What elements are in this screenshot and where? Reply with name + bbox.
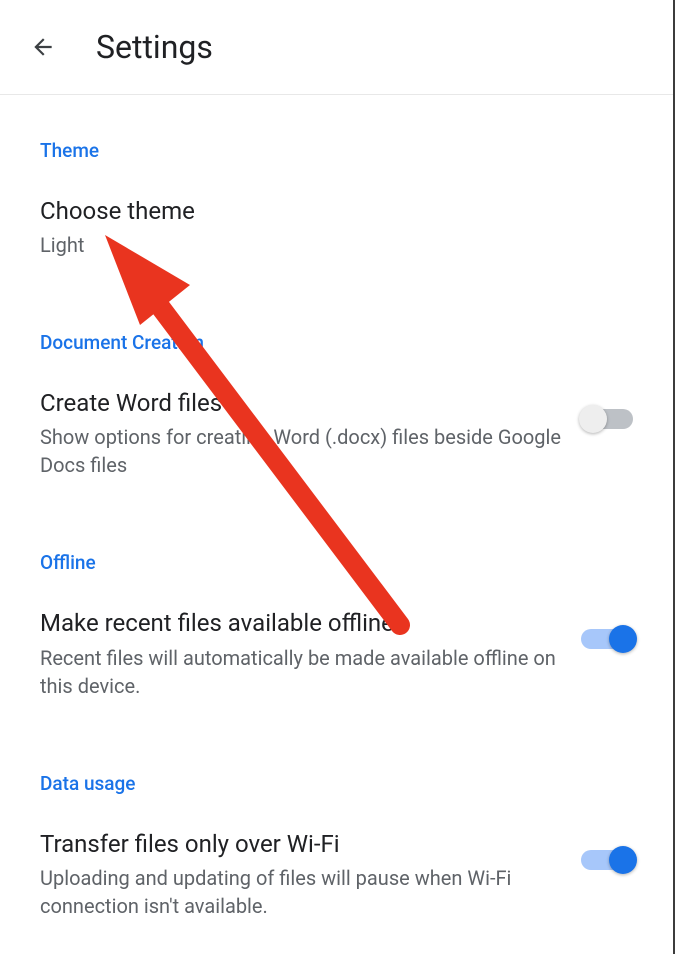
back-button[interactable] xyxy=(26,30,60,64)
section-header-document-creation: Document Creation xyxy=(40,287,633,378)
create-word-files-row[interactable]: Create Word files Show options for creat… xyxy=(40,378,633,507)
choose-theme-title: Choose theme xyxy=(40,196,613,227)
create-word-toggle[interactable] xyxy=(581,408,633,430)
section-header-theme: Theme xyxy=(40,95,633,186)
create-word-subtitle: Show options for creating Word (.docx) f… xyxy=(40,423,561,479)
choose-theme-row[interactable]: Choose theme Light xyxy=(40,186,633,287)
toggle-thumb xyxy=(609,625,637,653)
arrow-back-icon xyxy=(30,34,56,60)
section-header-data-usage: Data usage xyxy=(40,728,633,819)
toggle-thumb xyxy=(609,846,637,874)
settings-header: Settings xyxy=(0,0,673,95)
offline-subtitle: Recent files will automatically be made … xyxy=(40,644,561,700)
offline-files-row[interactable]: Make recent files available offline Rece… xyxy=(40,598,633,727)
wifi-only-row[interactable]: Transfer files only over Wi-Fi Uploading… xyxy=(40,819,633,948)
wifi-only-subtitle: Uploading and updating of files will pau… xyxy=(40,864,561,920)
offline-title: Make recent files available offline xyxy=(40,608,561,639)
create-word-title: Create Word files xyxy=(40,388,561,419)
toggle-thumb xyxy=(579,405,607,433)
offline-toggle[interactable] xyxy=(581,628,633,650)
page-title: Settings xyxy=(96,28,213,66)
wifi-only-title: Transfer files only over Wi-Fi xyxy=(40,829,561,860)
section-header-offline: Offline xyxy=(40,507,633,598)
wifi-only-toggle[interactable] xyxy=(581,849,633,871)
choose-theme-value: Light xyxy=(40,231,613,259)
